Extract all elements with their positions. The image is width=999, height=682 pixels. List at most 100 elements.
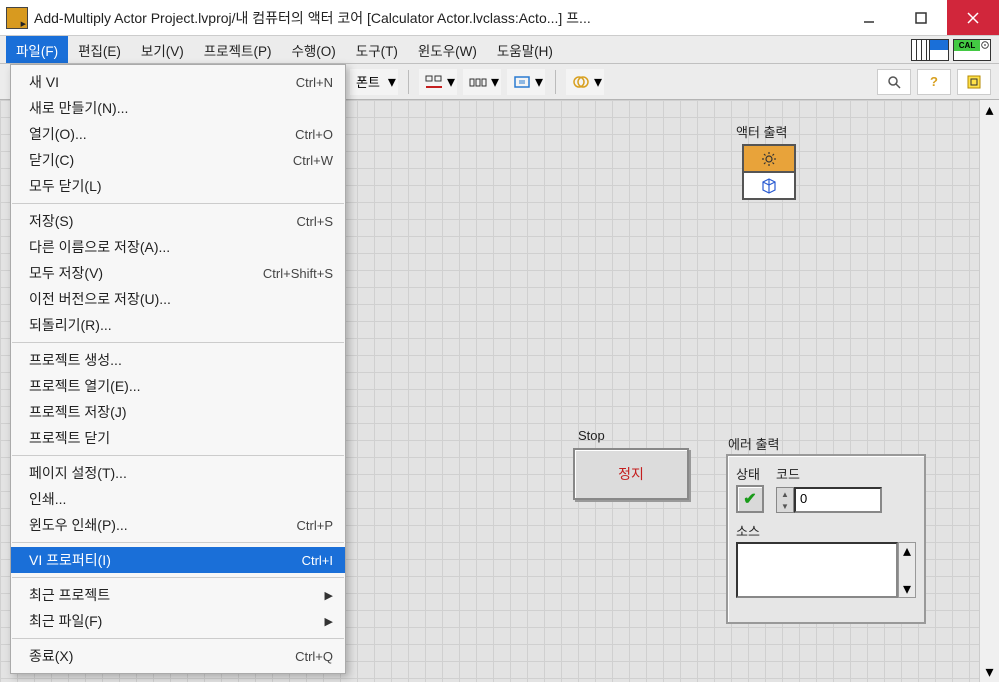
code-input[interactable]: 0 xyxy=(794,487,882,513)
file-menu-item[interactable]: 프로젝트 생성... xyxy=(11,347,345,373)
highlight-button[interactable] xyxy=(957,69,991,95)
source-scrollbar[interactable]: ▴ ▾ xyxy=(898,542,916,598)
source-textarea[interactable] xyxy=(736,542,898,598)
chevron-up-icon: ▴ xyxy=(899,543,915,559)
chevron-down-icon: ▼ xyxy=(777,500,793,512)
svg-text:?: ? xyxy=(930,74,938,89)
check-icon: ✔ xyxy=(743,489,756,509)
error-out-cluster: 에러 출력 상태 ✔ 코드 ▲ ▼ 0 xyxy=(726,440,936,630)
menu-item-label: 최근 프로젝트 xyxy=(29,585,325,605)
menu-window[interactable]: 윈도우(W) xyxy=(408,36,487,63)
chevron-down-icon: ▾ xyxy=(491,72,499,92)
menu-item-label: 최근 파일(F) xyxy=(29,611,325,631)
menu-item-label: 프로젝트 생성... xyxy=(29,350,333,370)
code-spinner[interactable]: ▲ ▼ xyxy=(776,487,794,513)
actor-output-indicator[interactable] xyxy=(742,144,796,200)
menu-item-label: 페이지 설정(T)... xyxy=(29,463,333,483)
menu-tools[interactable]: 도구(T) xyxy=(346,36,408,63)
app-icon xyxy=(6,7,28,29)
connector-pane-icon[interactable] xyxy=(911,39,949,61)
chevron-up-icon: ▴ xyxy=(980,100,999,120)
vertical-scrollbar[interactable]: ▴ ▾ xyxy=(979,100,999,682)
menu-item-shortcut: Ctrl+N xyxy=(296,75,333,90)
file-menu-item[interactable]: 페이지 설정(T)... xyxy=(11,460,345,486)
window-title: Add-Multiply Actor Project.lvproj/내 컴퓨터의… xyxy=(34,8,843,28)
stop-button[interactable]: 정지 xyxy=(573,448,689,500)
file-menu-item[interactable]: 프로젝트 열기(E)... xyxy=(11,373,345,399)
code-label: 코드 xyxy=(776,464,882,483)
error-out-label: 에러 출력 xyxy=(728,434,779,453)
file-menu-item[interactable]: 다른 이름으로 저장(A)... xyxy=(11,234,345,260)
chevron-down-icon: ▾ xyxy=(388,72,396,92)
resize-dropdown[interactable]: ▾ xyxy=(507,69,545,95)
search-button[interactable] xyxy=(877,69,911,95)
file-menu-item[interactable]: 이전 버전으로 저장(U)... xyxy=(11,286,345,312)
file-menu-item[interactable]: 종료(X) Ctrl+Q xyxy=(11,643,345,669)
gear-icon xyxy=(761,151,777,167)
help-button[interactable]: ? xyxy=(917,69,951,95)
menu-item-label: 프로젝트 열기(E)... xyxy=(29,376,333,396)
menu-item-shortcut: Ctrl+W xyxy=(293,153,333,168)
chevron-down-icon: ▾ xyxy=(447,72,455,92)
menu-separator xyxy=(12,455,344,456)
menu-item-shortcut: Ctrl+Shift+S xyxy=(263,266,333,281)
minimize-button[interactable] xyxy=(843,0,895,35)
maximize-button[interactable] xyxy=(895,0,947,35)
file-menu-item[interactable]: 인쇄... xyxy=(11,486,345,512)
menu-separator xyxy=(12,638,344,639)
reorder-dropdown[interactable]: ▾ xyxy=(566,69,604,95)
chevron-right-icon: ▶ xyxy=(325,615,333,628)
chevron-down-icon: ▾ xyxy=(535,72,543,92)
menu-item-label: 이전 버전으로 저장(U)... xyxy=(29,289,333,309)
menu-item-label: 종료(X) xyxy=(29,646,283,666)
menu-operate[interactable]: 수행(O) xyxy=(281,36,345,63)
menu-separator xyxy=(12,203,344,204)
file-menu-item[interactable]: 열기(O)...Ctrl+O xyxy=(11,121,345,147)
menu-separator xyxy=(12,577,344,578)
menu-item-label: 인쇄... xyxy=(29,489,333,509)
menu-item-label: VI 프로퍼티(I) xyxy=(29,550,290,570)
menu-help[interactable]: 도움말(H) xyxy=(487,36,563,63)
file-menu-item[interactable]: 프로젝트 닫기 xyxy=(11,425,345,451)
file-menu-item[interactable]: 윈도우 인쇄(P)...Ctrl+P xyxy=(11,512,345,538)
menu-item-label: 새로 만들기(N)... xyxy=(29,98,333,118)
align-dropdown[interactable]: ▾ xyxy=(419,69,457,95)
vi-icon[interactable]: CAL xyxy=(953,39,991,61)
file-menu-item[interactable]: 저장(S)Ctrl+S xyxy=(11,208,345,234)
menu-separator xyxy=(12,542,344,543)
file-menu-item[interactable]: 최근 파일(F)▶ xyxy=(11,608,345,634)
menu-item-label: 모두 닫기(L) xyxy=(29,176,333,196)
menu-project[interactable]: 프로젝트(P) xyxy=(194,36,282,63)
menu-file[interactable]: 파일(F) xyxy=(6,36,68,63)
chevron-up-icon: ▲ xyxy=(777,488,793,500)
font-dropdown[interactable]: 폰트 ▾ xyxy=(350,69,398,95)
menu-item-shortcut: Ctrl+O xyxy=(295,127,333,142)
file-menu-item[interactable]: 되돌리기(R)... xyxy=(11,312,345,338)
chevron-down-icon: ▾ xyxy=(594,72,602,92)
menu-item-label: 새 VI xyxy=(29,72,284,92)
chevron-right-icon: ▶ xyxy=(325,589,333,602)
close-button[interactable] xyxy=(947,0,999,35)
menu-item-shortcut: Ctrl+S xyxy=(297,214,333,229)
menu-item-shortcut: Ctrl+P xyxy=(297,518,333,533)
file-menu-item[interactable]: 새로 만들기(N)... xyxy=(11,95,345,121)
status-indicator[interactable]: ✔ xyxy=(736,485,764,513)
file-menu-item[interactable]: 최근 프로젝트▶ xyxy=(11,582,345,608)
cube-icon xyxy=(761,178,777,194)
file-menu-item[interactable]: 모두 닫기(L) xyxy=(11,173,345,199)
menu-item-label: 다른 이름으로 저장(A)... xyxy=(29,237,333,257)
file-menu-item[interactable]: 프로젝트 저장(J) xyxy=(11,399,345,425)
menu-edit[interactable]: 편집(E) xyxy=(68,36,131,63)
menu-view[interactable]: 보기(V) xyxy=(131,36,194,63)
titlebar: Add-Multiply Actor Project.lvproj/내 컴퓨터의… xyxy=(0,0,999,36)
distribute-dropdown[interactable]: ▾ xyxy=(463,69,501,95)
file-menu-item[interactable]: 닫기(C)Ctrl+W xyxy=(11,147,345,173)
file-menu-item[interactable]: VI 프로퍼티(I)Ctrl+I xyxy=(11,547,345,573)
menu-item-label: 되돌리기(R)... xyxy=(29,315,333,335)
menu-item-label: 프로젝트 저장(J) xyxy=(29,402,333,422)
menu-item-label: 프로젝트 닫기 xyxy=(29,428,333,448)
file-menu-item[interactable]: 모두 저장(V)Ctrl+Shift+S xyxy=(11,260,345,286)
stop-button-text: 정지 xyxy=(618,464,644,484)
file-menu-item[interactable]: 새 VI Ctrl+N xyxy=(11,69,345,95)
menu-item-shortcut: Ctrl+Q xyxy=(295,649,333,664)
